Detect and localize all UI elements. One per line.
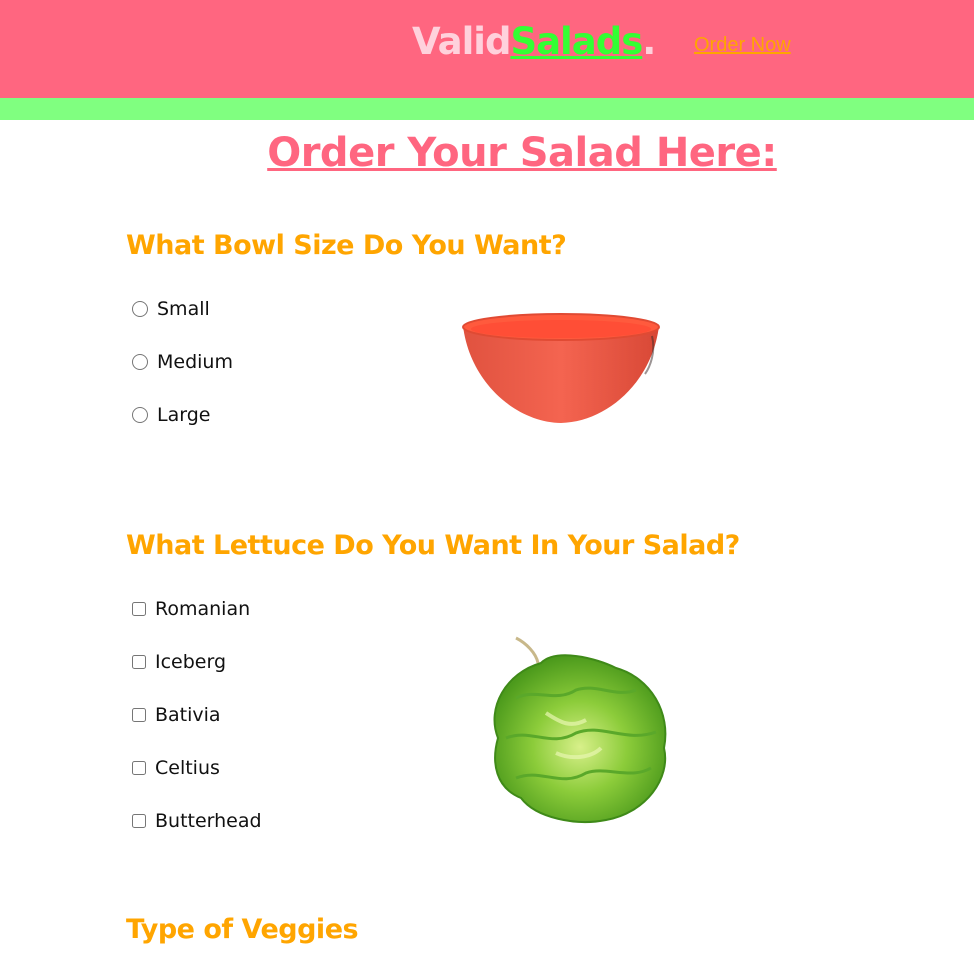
lettuce-option-iceberg[interactable]: Iceberg [130, 650, 226, 674]
bowl-option-large[interactable]: Large [130, 403, 210, 427]
bowl-size-heading: What Bowl Size Do You Want? [126, 230, 567, 261]
brand-valid-text: Valid [412, 20, 511, 63]
bowl-option-medium[interactable]: Medium [130, 350, 233, 374]
lettuce-heading: What Lettuce Do You Want In Your Salad? [126, 530, 740, 561]
lettuce-option-label: Butterhead [155, 810, 262, 832]
bowl-radio-medium[interactable] [132, 354, 148, 370]
bowl-radio-small[interactable] [132, 301, 148, 317]
veggies-heading: Type of Veggies [126, 914, 359, 945]
site-header: ValidSalads. Order Now [0, 0, 974, 98]
lettuce-option-bativia[interactable]: Bativia [130, 703, 221, 727]
lettuce-checkbox-bativia[interactable] [132, 708, 146, 722]
bowl-option-label: Small [157, 298, 210, 320]
red-bowl-image [462, 313, 660, 423]
lettuce-checkbox-butterhead[interactable] [132, 814, 146, 828]
bowl-option-label: Medium [157, 351, 233, 373]
bowl-radio-large[interactable] [132, 407, 148, 423]
lettuce-option-label: Iceberg [155, 651, 227, 673]
brand-salads-text: Salads [510, 20, 643, 63]
lettuce-option-butterhead[interactable]: Butterhead [130, 809, 262, 833]
bowl-option-small[interactable]: Small [130, 297, 210, 321]
bowl-option-label: Large [157, 404, 211, 426]
brand-logo[interactable]: ValidSalads. [412, 18, 656, 66]
lettuce-option-label: Romanian [155, 598, 251, 620]
order-now-link[interactable]: Order Now [694, 33, 791, 57]
lettuce-option-romanian[interactable]: Romanian [130, 597, 250, 621]
lettuce-option-label: Bativia [155, 704, 221, 726]
lettuce-option-label: Celtius [155, 757, 220, 779]
page-title: Order Your Salad Here: [267, 130, 777, 176]
lettuce-option-celtius[interactable]: Celtius [130, 756, 220, 780]
lettuce-checkbox-iceberg[interactable] [132, 655, 146, 669]
brand-dot: . [642, 20, 656, 63]
accent-bar [0, 98, 974, 120]
lettuce-image [493, 636, 667, 823]
lettuce-checkbox-celtius[interactable] [132, 761, 146, 775]
lettuce-checkbox-romanian[interactable] [132, 602, 146, 616]
